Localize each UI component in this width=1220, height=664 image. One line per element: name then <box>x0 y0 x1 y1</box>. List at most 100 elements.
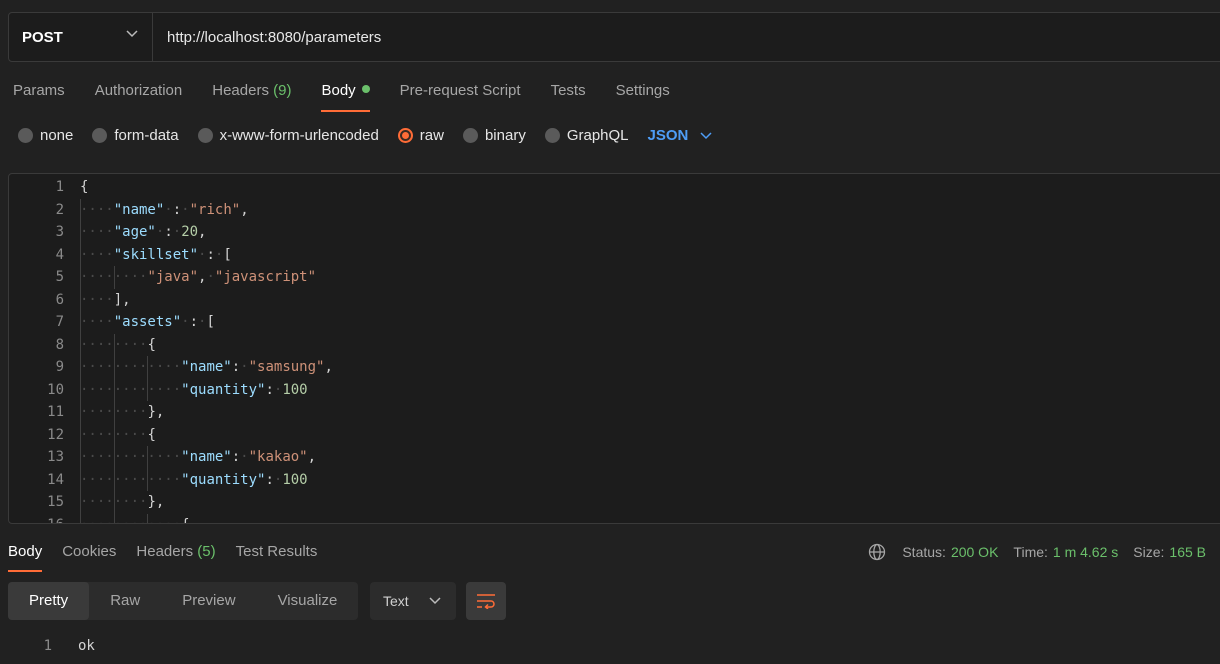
line-number: 1 <box>55 179 64 195</box>
body-type-graphql[interactable]: GraphQL <box>544 127 629 144</box>
indent-guide <box>113 446 115 469</box>
body-type-binary[interactable]: binary <box>462 127 526 144</box>
body-type-none[interactable]: none <box>18 127 73 144</box>
body-type-form-data[interactable]: form-data <box>92 127 179 144</box>
code-token: , <box>198 224 207 240</box>
body-type-raw[interactable]: raw <box>397 127 444 144</box>
wrap-lines-icon <box>477 594 495 609</box>
body-type-label: none <box>40 127 74 144</box>
code-token: "name" <box>113 201 165 218</box>
code-text: ············"name":·"kakao", <box>80 446 316 468</box>
tab-label: Body <box>8 543 43 560</box>
radio-icon[interactable] <box>544 128 560 143</box>
indent-whitespace: ············ <box>80 449 182 465</box>
body-type-label: binary <box>484 127 526 144</box>
code-token: "quantity" <box>181 471 266 488</box>
code-token: }, <box>147 494 165 510</box>
code-line: 12 ········{ <box>9 424 1220 446</box>
code-token: · <box>172 224 182 240</box>
url-input[interactable]: http://localhost:8080/parameters <box>153 13 381 61</box>
tab-label: Headers <box>136 543 194 560</box>
code-token: : <box>172 201 182 218</box>
indent-guide <box>147 356 149 379</box>
radio-icon[interactable] <box>397 128 413 143</box>
line-number: 3 <box>55 224 64 240</box>
code-token: "rich" <box>189 201 241 218</box>
indent-guide <box>147 513 149 523</box>
indent-whitespace: ············ <box>80 359 182 375</box>
response-tab-headers[interactable]: Headers (5) <box>136 541 215 572</box>
chevron-down-icon <box>700 131 712 139</box>
code-token: : <box>265 381 274 398</box>
tab-settings[interactable]: Settings <box>616 80 670 112</box>
code-line: 6 ····], <box>9 289 1220 311</box>
tab-label: Authorization <box>94 82 183 99</box>
code-token: : <box>189 314 199 330</box>
tab-label: Settings <box>615 82 670 99</box>
tab-label: Headers <box>212 82 269 99</box>
tab-pre-request-script[interactable]: Pre-request Script <box>400 80 521 112</box>
code-text: ········{ <box>80 334 156 356</box>
indent-guide <box>113 378 115 401</box>
response-line: 1 ok <box>0 635 400 657</box>
body-type-label: form-data <box>114 127 179 144</box>
indent-guide <box>80 401 81 424</box>
tab-params[interactable]: Params <box>13 80 65 112</box>
indent-whitespace: ············ <box>80 471 182 488</box>
tab-authorization[interactable]: Authorization <box>95 80 183 112</box>
chevron-down-icon <box>126 30 138 38</box>
body-type-x-www-form-urlencoded[interactable]: x-www-form-urlencoded <box>197 127 379 144</box>
request-bar: POST http://localhost:8080/parameters <box>8 12 1220 62</box>
response-tab-cookies[interactable]: Cookies <box>62 541 116 572</box>
time-label: Time: <box>1013 544 1048 560</box>
view-mode-raw[interactable]: Raw <box>89 582 161 620</box>
time-value[interactable]: 1 m 4.62 s <box>1053 544 1118 560</box>
chevron-down-icon <box>429 597 441 605</box>
radio-icon[interactable] <box>18 128 33 143</box>
code-text: ········}, <box>80 401 164 423</box>
tab-headers[interactable]: Headers (9) <box>212 80 291 112</box>
indent-whitespace: ···· <box>80 246 114 263</box>
status-value[interactable]: 200 OK <box>951 544 998 560</box>
code-line: 13 ············"name":·"kakao", <box>9 446 1220 468</box>
view-mode-pretty[interactable]: Pretty <box>8 582 90 620</box>
request-body-editor[interactable]: 1{2 ····"name"·:·"rich", 3 ····"age"·:·20, 4… <box>8 173 1220 524</box>
response-tab-test-results[interactable]: Test Results <box>236 541 318 572</box>
code-token: : <box>206 246 215 263</box>
language-label: JSON <box>647 127 689 144</box>
radio-icon[interactable] <box>462 128 478 143</box>
code-token: "age" <box>113 224 156 240</box>
tab-body[interactable]: Body <box>321 80 370 112</box>
view-mode-visualize[interactable]: Visualize <box>257 582 359 620</box>
radio-icon[interactable] <box>197 128 213 143</box>
line-number: 10 <box>47 381 64 398</box>
code-text: ····"name"·:·"rich", <box>80 199 249 221</box>
tab-tests[interactable]: Tests <box>551 80 586 112</box>
code-line: 11 ········}, <box>9 401 1220 423</box>
response-tab-body[interactable]: Body <box>8 541 43 572</box>
indent-guide <box>80 491 81 514</box>
indent-guide <box>80 243 81 266</box>
view-mode-preview[interactable]: Preview <box>161 582 256 620</box>
code-token: "quantity" <box>181 381 266 398</box>
request-tabs: Params Authorization Headers (9) Body Pre-re… <box>13 80 700 112</box>
format-select[interactable]: Text <box>370 582 456 620</box>
code-token: "assets" <box>113 314 182 330</box>
globe-icon[interactable] <box>868 543 886 561</box>
indent-guide <box>80 198 81 221</box>
code-token: · <box>240 449 249 465</box>
code-text: ········}, <box>80 491 164 513</box>
code-token: : <box>231 449 241 465</box>
size-value[interactable]: 165 B <box>1169 544 1206 560</box>
code-token: "skillset" <box>113 246 199 263</box>
method-select[interactable]: POST <box>9 13 153 61</box>
size-label: Size: <box>1133 544 1165 560</box>
code-text: ····"age"·:·20, <box>80 221 206 243</box>
radio-icon[interactable] <box>92 128 108 143</box>
indent-guide <box>113 266 115 289</box>
code-line: 15 ········}, <box>9 491 1220 513</box>
wrap-lines-button[interactable] <box>466 582 506 620</box>
indent-guide <box>113 468 115 491</box>
language-select[interactable]: JSON <box>648 127 713 144</box>
indent-guide <box>113 513 115 523</box>
